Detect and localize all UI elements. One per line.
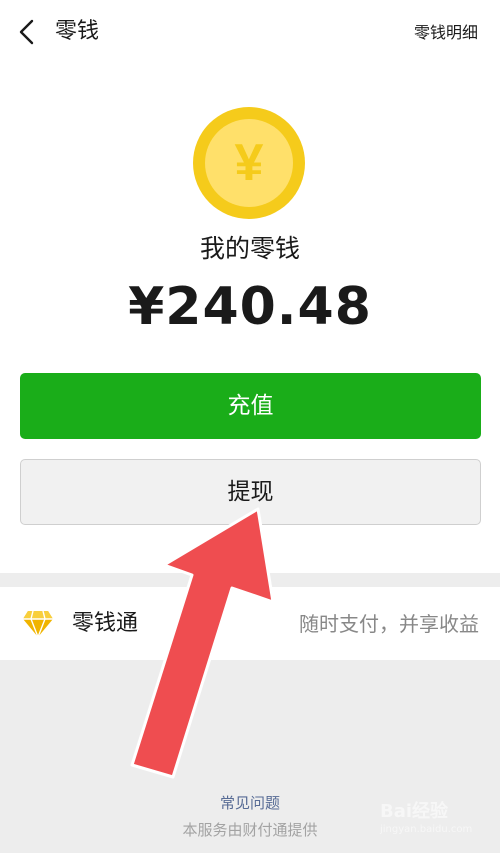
diamond-icon xyxy=(23,610,53,638)
coin-symbol: ¥ xyxy=(235,134,264,192)
withdraw-button[interactable]: 提现 xyxy=(20,459,481,525)
balance-label: 我的零钱 xyxy=(199,234,300,263)
watermark-subtext: jingyan.baidu.com xyxy=(380,824,473,835)
recharge-button[interactable]: 充值 xyxy=(20,373,481,439)
wallet-panel: 零钱 零钱明细 ¥ 我的零钱 ¥240.48 充值 提现 xyxy=(0,0,500,573)
watermark-logo: Bai经验 jingyan.baidu.com xyxy=(380,800,490,840)
yen-coin-icon: ¥ xyxy=(193,107,305,219)
page-title: 零钱 xyxy=(55,19,100,44)
balance-amount: ¥240.48 xyxy=(128,277,372,337)
nav-bar: 零钱 零钱明细 xyxy=(0,0,500,66)
lingqiantong-row[interactable]: 零钱通 随时支付，并享收益 xyxy=(0,587,500,660)
watermark-text: Bai经验 xyxy=(380,801,449,822)
fund-name: 零钱通 xyxy=(72,611,139,636)
back-button[interactable] xyxy=(10,14,46,50)
chevron-left-icon xyxy=(19,19,34,45)
fund-description: 随时支付，并享收益 xyxy=(299,612,479,636)
balance-details-link[interactable]: 零钱明细 xyxy=(414,22,478,44)
